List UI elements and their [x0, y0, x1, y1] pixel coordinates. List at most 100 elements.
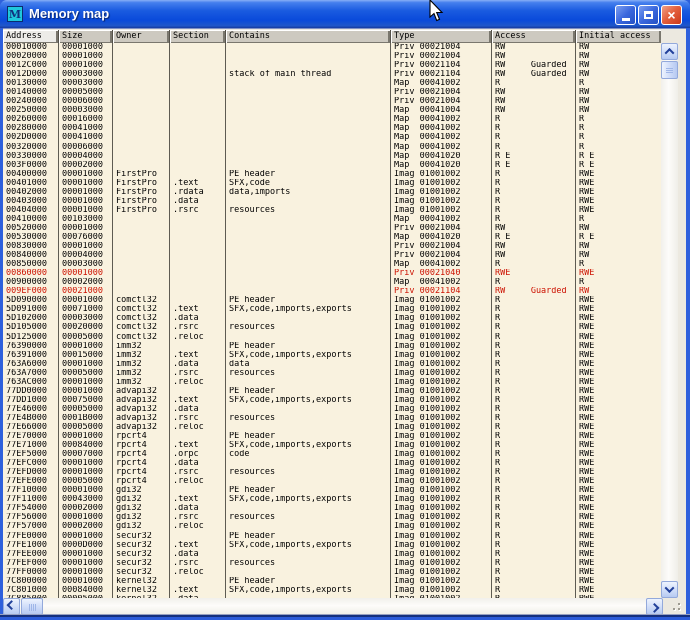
memory-row[interactable]: 77E70000 00001000 rpcrt4 PE header Imag … [3, 432, 661, 441]
memory-row[interactable]: 77FE1000 0000D000 secur32 .text SFX,code… [3, 541, 661, 550]
memory-row[interactable]: 00850000 00003000 Map 00041002 R R [3, 260, 661, 269]
column-header-address[interactable]: Address [3, 30, 59, 43]
memory-row[interactable]: 0012C000 00001000 Priv 00021104 RW Guard… [3, 61, 661, 70]
memory-row[interactable]: 00530000 00076000 Map 00041020 R E R E [3, 233, 661, 242]
memory-row[interactable]: 7C800000 00001000 kernel32 PE header Ima… [3, 577, 661, 586]
memory-row[interactable]: 77E71000 00084000 rpcrt4 .text SFX,code,… [3, 441, 661, 450]
memory-row[interactable]: 77F10000 00001000 gdi32 PE header Imag 0… [3, 486, 661, 495]
memory-row[interactable]: 76390000 00001000 imm32 PE header Imag 0… [3, 342, 661, 351]
cell-type: Priv 00021104 [391, 70, 492, 79]
memory-row[interactable]: 77FEF000 00001000 secur32 .rsrc resource… [3, 559, 661, 568]
minimize-button[interactable] [615, 5, 636, 25]
vertical-scrollbar[interactable] [661, 43, 678, 598]
memory-row[interactable]: 00830000 00001000 Priv 00021004 RW RW [3, 242, 661, 251]
memory-row[interactable]: 763A6000 00001000 imm32 .data data Imag … [3, 360, 661, 369]
memory-row[interactable]: 00520000 00001000 Priv 00021004 RW RW [3, 224, 661, 233]
cell-type: Map 00041004 [391, 106, 492, 115]
memory-row[interactable]: 00240000 00006000 Priv 00021004 RW RW [3, 97, 661, 106]
horizontal-scroll-thumb[interactable] [21, 598, 43, 615]
memory-row[interactable]: 77EFC000 00001000 rpcrt4 .data Imag 0100… [3, 459, 661, 468]
memory-row[interactable]: 00140000 00005000 Priv 00021004 RW RW [3, 88, 661, 97]
memory-row[interactable]: 77E4B000 0001B000 advapi32 .rsrc resourc… [3, 414, 661, 423]
memory-row[interactable]: 00403000 00001000 FirstPro .data Imag 01… [3, 197, 661, 206]
memory-row[interactable]: 5D090000 00001000 comctl32 PE header Ima… [3, 296, 661, 305]
column-header-section[interactable]: Section [170, 30, 226, 43]
column-header-owner[interactable]: Owner [113, 30, 170, 43]
column-header-access[interactable]: Access [492, 30, 576, 43]
cell-initial-access: RW [576, 106, 661, 115]
memory-row[interactable]: 00860000 00001000 Priv 00021040 RWE RWE [3, 269, 661, 278]
memory-row[interactable]: 009EF000 00021000 Priv 00021104 RW Guard… [3, 287, 661, 296]
cell-type: Imag 01001002 [391, 450, 492, 459]
memory-row[interactable]: 00010000 00001000 Priv 00021004 RW RW [3, 43, 661, 52]
cell-access: R [492, 541, 576, 550]
maximize-button[interactable] [638, 5, 659, 25]
memory-row[interactable]: 00320000 00006000 Map 00041002 R R [3, 143, 661, 152]
memory-row[interactable]: 77FEE000 00001000 secur32 .data Imag 010… [3, 550, 661, 559]
cell-access: R [492, 432, 576, 441]
memory-row[interactable]: 77EF5000 00007000 rpcrt4 .orpc code Imag… [3, 450, 661, 459]
memory-row[interactable]: 77FE0000 00001000 secur32 PE header Imag… [3, 532, 661, 541]
cell-access: R [492, 522, 576, 531]
memory-row[interactable]: 00402000 00001000 FirstPro .rdata data,i… [3, 188, 661, 197]
cell-access: R [492, 170, 576, 179]
cell-owner [113, 224, 170, 233]
memory-row[interactable]: 00250000 00003000 Map 00041004 RW RW [3, 106, 661, 115]
memory-row[interactable]: 7C801000 00084000 kernel32 .text SFX,cod… [3, 586, 661, 595]
memory-row[interactable]: 77F54000 00002000 gdi32 .data Imag 01001… [3, 504, 661, 513]
memory-row[interactable]: 5D091000 00071000 comctl32 .text SFX,cod… [3, 305, 661, 314]
cell-type: Priv 00021004 [391, 43, 492, 52]
cell-section: .reloc [170, 333, 226, 342]
memory-row[interactable]: 77F56000 00001000 gdi32 .rsrc resources … [3, 513, 661, 522]
memory-row[interactable]: 003F0000 00002000 Map 00041020 R E R E [3, 161, 661, 170]
column-header-initial-access[interactable]: Initial access [576, 30, 661, 43]
memory-row[interactable]: 763AC000 00001000 imm32 .reloc Imag 0100… [3, 378, 661, 387]
memory-row[interactable]: 002D0000 00041000 Map 00041002 R R [3, 133, 661, 142]
cell-owner [113, 269, 170, 278]
memory-row[interactable]: 0012D000 00003000 stack of main thread P… [3, 70, 661, 79]
memory-row[interactable]: 00400000 00001000 FirstPro PE header Ima… [3, 170, 661, 179]
cell-address: 00330000 [3, 152, 59, 161]
titlebar[interactable]: M Memory map × [0, 0, 690, 28]
memory-row[interactable]: 00404000 00001000 FirstPro .rsrc resourc… [3, 206, 661, 215]
memory-row[interactable]: 77F57000 00002000 gdi32 .reloc Imag 0100… [3, 522, 661, 531]
memory-row[interactable]: 5D125000 00005000 comctl32 .reloc Imag 0… [3, 333, 661, 342]
memory-row[interactable]: 76391000 00015000 imm32 .text SFX,code,i… [3, 351, 661, 360]
scroll-down-button[interactable] [661, 581, 678, 598]
close-button[interactable]: × [661, 5, 682, 25]
memory-row[interactable]: 77E46000 00005000 advapi32 .data Imag 01… [3, 405, 661, 414]
memory-row[interactable]: 763A7000 00005000 imm32 .rsrc resources … [3, 369, 661, 378]
memory-row[interactable]: 77E66000 00005000 advapi32 .reloc Imag 0… [3, 423, 661, 432]
column-header-size[interactable]: Size [59, 30, 113, 43]
memory-row[interactable]: 77EFD000 00001000 rpcrt4 .rsrc resources… [3, 468, 661, 477]
column-header-type[interactable]: Type [391, 30, 492, 43]
memory-row[interactable]: 00020000 00001000 Priv 00021004 RW RW [3, 52, 661, 61]
memory-row[interactable]: 5D102000 00003000 comctl32 .data Imag 01… [3, 314, 661, 323]
memory-row[interactable]: 77FF0000 00001000 secur32 .reloc Imag 01… [3, 568, 661, 577]
horizontal-scrollbar[interactable] [3, 598, 663, 615]
memory-row[interactable]: 77EFE000 00005000 rpcrt4 .reloc Imag 010… [3, 477, 661, 486]
memory-row[interactable]: 00130000 00003000 Map 00041002 R R [3, 79, 661, 88]
memory-row[interactable]: 00900000 00002000 Map 00041002 R R [3, 278, 661, 287]
memory-row[interactable]: 77DD1000 00075000 advapi32 .text SFX,cod… [3, 396, 661, 405]
cell-address: 003F0000 [3, 161, 59, 170]
column-header-contains[interactable]: Contains [226, 30, 391, 43]
cell-access: R [492, 495, 576, 504]
vertical-scroll-thumb[interactable] [661, 61, 678, 79]
cell-size: 00003000 [59, 106, 113, 115]
memory-row[interactable]: 00280000 00041000 Map 00041002 R R [3, 124, 661, 133]
scroll-up-button[interactable] [661, 43, 678, 60]
memory-row[interactable]: 77DD0000 00001000 advapi32 PE header Ima… [3, 387, 661, 396]
memory-row[interactable]: 00410000 00103000 Map 00041002 R R [3, 215, 661, 224]
memory-row[interactable]: 00260000 00016000 Map 00041002 R R [3, 115, 661, 124]
memory-row[interactable]: 00401000 00001000 FirstPro .text SFX,cod… [3, 179, 661, 188]
memory-row[interactable]: 5D105000 00020000 comctl32 .rsrc resourc… [3, 323, 661, 332]
cell-size: 00001000 [59, 486, 113, 495]
memory-row[interactable]: 77F11000 00043000 gdi32 .text SFX,code,i… [3, 495, 661, 504]
memory-row[interactable]: 00330000 00004000 Map 00041020 R E R E [3, 152, 661, 161]
cell-contains: code [226, 450, 391, 459]
scroll-left-button[interactable] [3, 598, 20, 615]
memory-row[interactable]: 00840000 00004000 Priv 00021004 RW RW [3, 251, 661, 260]
scroll-right-button[interactable] [646, 598, 663, 615]
resize-grip[interactable] [663, 598, 686, 615]
